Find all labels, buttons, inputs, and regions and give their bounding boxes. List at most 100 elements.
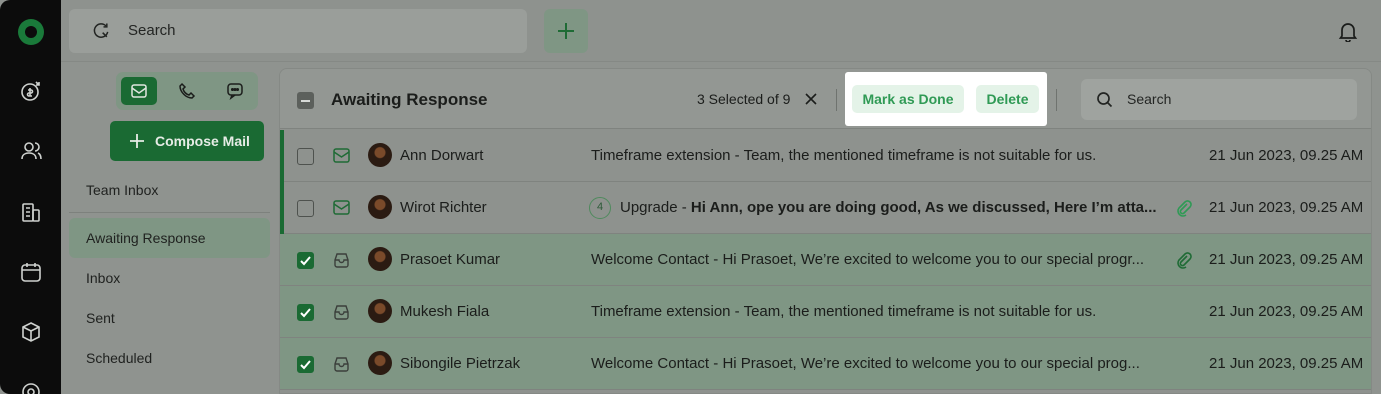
table-row[interactable]: Wirot Richter 4 Upgrade - Hi Ann, ope yo… — [280, 182, 1371, 234]
sidebar-item-label: Team Inbox — [86, 182, 159, 198]
header-divider — [836, 89, 837, 111]
mail-icon — [333, 200, 350, 215]
sidebar-item-team-inbox[interactable]: Team Inbox — [69, 170, 270, 210]
thread-count-badge: 4 — [589, 197, 611, 219]
sidebar-item-label: Inbox — [86, 270, 121, 286]
sender-name: Prasoet Kumar — [400, 251, 501, 268]
bell-icon[interactable] — [1338, 20, 1358, 42]
check-icon — [300, 256, 311, 266]
sender-name: Sibongile Pietrzak — [400, 355, 521, 372]
mail-list-panel: Awaiting Response 3 Selected of 9 Search… — [279, 68, 1372, 394]
sidebar-item-awaiting-response[interactable]: Awaiting Response — [69, 218, 270, 258]
inbox-tray-icon — [334, 253, 349, 268]
mail-date: 21 Jun 2023, 09.25 AM — [1209, 355, 1364, 372]
search-icon — [1097, 92, 1113, 108]
row-checkbox[interactable] — [297, 148, 314, 165]
selection-count: 3 Selected of 9 — [697, 91, 791, 107]
avatar — [368, 299, 392, 323]
list-header: Awaiting Response 3 Selected of 9 Search — [280, 69, 1371, 129]
check-icon — [300, 360, 311, 370]
clear-selection-icon[interactable] — [804, 92, 818, 106]
avatar — [368, 247, 392, 271]
mail-subject-line: Upgrade - Hi Ann, ope you are doing good… — [620, 199, 1157, 216]
inbox-tray-icon — [334, 357, 349, 372]
sidebar-divider — [69, 212, 270, 213]
mail-preview: Hi Prasoet, We’re excited to welcome you… — [722, 355, 1140, 372]
mail-preview: Team, the mentioned timeframe is not sui… — [743, 303, 1097, 320]
row-checkbox[interactable] — [297, 200, 314, 217]
sender-name: Wirot Richter — [400, 199, 487, 216]
table-row[interactable]: Prasoet Kumar Welcome Contact - Hi Praso… — [280, 234, 1371, 286]
chat-channel-tab[interactable] — [217, 77, 253, 105]
list-search-placeholder: Search — [1127, 91, 1172, 107]
call-channel-tab[interactable] — [169, 77, 205, 105]
mail-subject: Timeframe extension — [591, 303, 731, 320]
mail-preview: Hi Prasoet, We’re excited to welcome you… — [722, 251, 1145, 268]
billing-icon[interactable] — [19, 79, 43, 103]
sender-name: Mukesh Fiala — [400, 303, 490, 320]
avatar — [368, 351, 392, 375]
calendar-icon[interactable] — [19, 260, 43, 284]
mail-sidebar: Compose Mail Team Inbox Awaiting Respons… — [61, 62, 278, 394]
package-icon[interactable] — [19, 320, 43, 344]
sidebar-item-inbox[interactable]: Inbox — [69, 258, 270, 298]
check-icon — [300, 308, 311, 318]
mail-icon — [131, 84, 147, 98]
sidebar-item-label: Sent — [86, 310, 115, 326]
global-search[interactable]: Search — [69, 9, 527, 53]
mail-subject: Welcome Contact — [591, 355, 710, 372]
mail-date: 21 Jun 2023, 09.25 AM — [1209, 147, 1364, 164]
page-title: Awaiting Response — [331, 90, 488, 109]
compose-mail-label: Compose Mail — [155, 133, 250, 149]
mark-as-done-button[interactable]: Mark as Done — [852, 85, 964, 113]
sidebar-item-label: Awaiting Response — [86, 230, 206, 246]
settings-icon[interactable] — [19, 380, 43, 394]
delete-button[interactable]: Delete — [976, 85, 1039, 113]
global-search-placeholder: Search — [128, 22, 176, 39]
contacts-icon[interactable] — [19, 139, 43, 163]
table-row[interactable]: Mukesh Fiala Timeframe extension - Team,… — [280, 286, 1371, 338]
sidebar-item-sent[interactable]: Sent — [69, 298, 270, 338]
header-divider — [1056, 89, 1057, 111]
plus-icon — [558, 23, 574, 39]
add-button[interactable] — [544, 9, 588, 53]
attachment-icon — [1177, 252, 1192, 269]
subject-separator: - — [730, 147, 744, 164]
company-icon[interactable] — [19, 200, 43, 224]
inbox-tray-icon — [334, 305, 349, 320]
list-search-input[interactable]: Search — [1081, 79, 1357, 120]
attachment-icon — [1177, 200, 1192, 217]
subject-separator: - — [709, 355, 723, 372]
select-all-checkbox[interactable] — [297, 92, 314, 109]
row-checkbox[interactable] — [297, 356, 314, 373]
subject-separator: - — [730, 303, 744, 320]
logo-icon[interactable] — [18, 19, 44, 45]
unread-indicator — [280, 130, 284, 182]
unread-indicator — [280, 182, 284, 234]
mail-preview: Hi Ann, ope you are doing good, As we di… — [690, 199, 1157, 216]
mail-date: 21 Jun 2023, 09.25 AM — [1209, 251, 1364, 268]
mail-icon — [333, 148, 350, 163]
avatar — [368, 195, 392, 219]
row-checkbox[interactable] — [297, 252, 314, 269]
avatar — [368, 143, 392, 167]
chat-icon — [227, 83, 243, 100]
mail-subject-line: Timeframe extension - Team, the mentione… — [591, 303, 1096, 320]
table-row[interactable]: Ann Dorwart Timeframe extension - Team, … — [280, 130, 1371, 182]
phone-icon — [179, 82, 196, 99]
mail-date: 21 Jun 2023, 09.25 AM — [1209, 303, 1364, 320]
mail-preview: Team, the mentioned timeframe is not sui… — [743, 147, 1097, 164]
mail-subject-line: Welcome Contact - Hi Prasoet, We’re exci… — [591, 251, 1144, 268]
mail-subject-line: Welcome Contact - Hi Prasoet, We’re exci… — [591, 355, 1140, 372]
mail-date: 21 Jun 2023, 09.25 AM — [1209, 199, 1364, 216]
mail-subject: Welcome Contact — [591, 251, 710, 268]
sidebar-item-label: Scheduled — [86, 350, 153, 366]
mail-subject: Upgrade — [620, 199, 678, 216]
row-checkbox[interactable] — [297, 304, 314, 321]
compose-mail-button[interactable]: Compose Mail — [110, 121, 264, 161]
table-row[interactable]: Sibongile Pietrzak Welcome Contact - Hi … — [280, 338, 1371, 390]
top-bar: Search — [61, 0, 1381, 62]
sidebar-item-scheduled[interactable]: Scheduled — [69, 338, 270, 378]
mail-subject: Timeframe extension — [591, 147, 731, 164]
mail-channel-tab[interactable] — [121, 77, 157, 105]
